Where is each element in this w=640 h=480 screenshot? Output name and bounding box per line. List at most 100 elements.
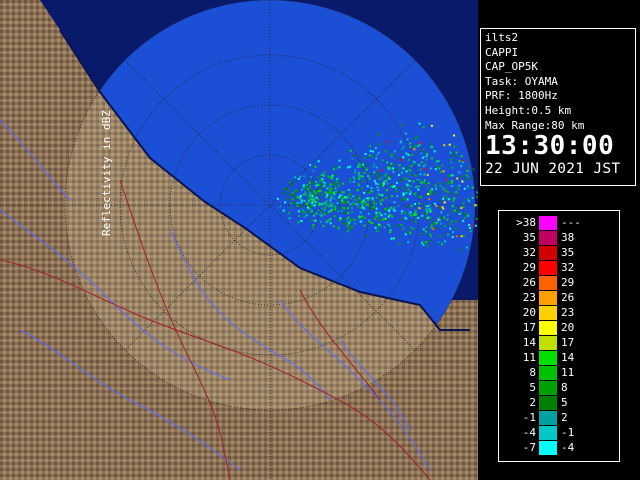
echo-cell: [338, 159, 341, 162]
observation-date: 22 JUN 2021 JST: [485, 161, 621, 178]
echo-cell: [393, 201, 396, 204]
echo-cell: [395, 224, 398, 227]
echo-cell: [375, 196, 378, 199]
echo-cell: [351, 219, 354, 221]
echo-cell: [420, 233, 423, 236]
echo-cell: [364, 217, 367, 220]
echo-cell: [397, 204, 400, 207]
echo-cell: [362, 163, 364, 166]
echo-cell: [330, 195, 333, 198]
echo-cell: [399, 218, 402, 221]
echo-cell: [359, 220, 362, 223]
echo-cell: [386, 161, 388, 164]
legend-high: 8: [561, 381, 568, 394]
echo-cell: [406, 198, 409, 201]
echo-cell: [427, 182, 430, 185]
echo-cell: [401, 147, 404, 150]
echo-cell: [299, 201, 302, 204]
echo-cell: [321, 193, 324, 196]
echo-cell: [404, 177, 407, 180]
echo-cell: [449, 158, 452, 161]
echo-cell: [375, 215, 378, 218]
echo-cell: [398, 156, 401, 159]
echo-cell: [343, 199, 346, 202]
echo-cell: [343, 191, 346, 194]
echo-cell: [342, 206, 345, 209]
echo-cell: [424, 168, 427, 171]
echo-cell: [442, 207, 445, 210]
echo-cell: [310, 210, 313, 213]
legend-swatch: [539, 366, 557, 380]
legend-swatch: [539, 291, 557, 305]
echo-cell: [368, 192, 371, 195]
echo-cell: [425, 205, 428, 207]
echo-cell: [415, 174, 418, 177]
echo-cell: [346, 218, 349, 221]
echo-cell: [444, 189, 447, 192]
echo-cell: [311, 198, 313, 201]
echo-cell: [329, 190, 331, 193]
echo-cell: [428, 198, 431, 201]
echo-cell: [467, 214, 470, 217]
echo-cell: [439, 170, 442, 173]
echo-cell: [303, 193, 306, 196]
echo-cell: [336, 182, 339, 185]
echo-cell: [372, 205, 375, 208]
legend-low: 11: [522, 351, 536, 364]
legend-high: 5: [561, 396, 568, 409]
echo-cell: [422, 181, 425, 184]
echo-cell: [467, 198, 470, 201]
echo-cell: [422, 228, 425, 231]
echo-cell: [451, 179, 453, 182]
echo-cell: [367, 212, 370, 215]
echo-cell: [379, 200, 382, 203]
echo-cell: [365, 235, 368, 238]
echo-cell: [325, 212, 327, 214]
echo-cell: [297, 210, 300, 213]
echo-cell: [376, 186, 379, 189]
echo-cell: [379, 194, 381, 196]
echo-cell: [377, 189, 380, 192]
echo-cell: [427, 193, 429, 195]
echo-cell: [324, 203, 327, 206]
echo-cell: [310, 176, 312, 179]
echo-cell: [435, 187, 437, 190]
radar-map[interactable]: [0, 0, 478, 480]
echo-cell: [410, 165, 413, 167]
echo-cell: [322, 181, 325, 183]
echo-cell: [374, 226, 377, 229]
echo-cell: [433, 192, 436, 195]
echo-cell: [405, 188, 408, 191]
echo-cell: [435, 160, 438, 163]
echo-cell: [462, 219, 465, 222]
echo-cell: [332, 225, 335, 228]
echo-cell: [415, 186, 418, 189]
echo-cell: [429, 167, 432, 170]
legend-row: 35 38: [499, 230, 599, 245]
echo-cell: [315, 201, 317, 204]
echo-cell: [371, 222, 374, 224]
echo-cell: [425, 208, 428, 211]
echo-cell: [426, 244, 429, 247]
echo-cell: [438, 206, 441, 209]
echo-cell: [422, 126, 425, 129]
legend-high: ---: [561, 216, 581, 229]
echo-cell: [373, 202, 376, 205]
echo-cell: [393, 167, 396, 170]
echo-cell: [403, 216, 406, 219]
echo-cell: [413, 148, 416, 151]
echo-cell: [314, 181, 317, 184]
echo-cell: [373, 171, 376, 174]
echo-cell: [289, 181, 291, 184]
echo-cell: [438, 167, 441, 170]
echo-cell: [430, 235, 432, 237]
echo-cell: [331, 174, 334, 177]
echo-cell: [309, 193, 312, 196]
echo-cell: [451, 154, 454, 156]
echo-cell: [311, 201, 314, 204]
echo-cell: [349, 203, 352, 206]
echo-cell: [435, 227, 438, 230]
echo-cell: [349, 219, 352, 222]
echo-cell: [430, 124, 433, 127]
echo-cell: [377, 193, 380, 196]
